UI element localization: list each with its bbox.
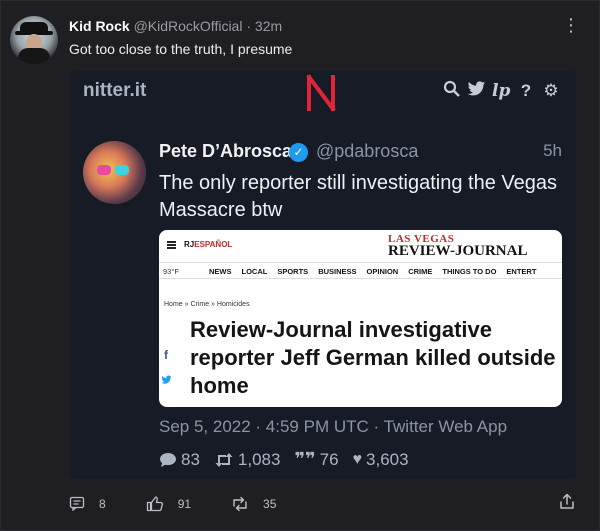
- rj-nav-items: NEWS LOCAL SPORTS BUSINESS OPINION CRIME…: [209, 267, 536, 276]
- avatar-glasses-right: [115, 165, 129, 175]
- lp-icon[interactable]: lp: [492, 81, 510, 101]
- author-handle[interactable]: @KidRockOfficial: [134, 18, 243, 34]
- rj-breadcrumb: Home » Crime » Homicides: [164, 301, 250, 308]
- retweet-stat[interactable]: 1,083: [214, 449, 281, 470]
- like-count: 3,603: [366, 449, 409, 469]
- rj-nav-item: CRIME: [408, 267, 433, 276]
- post-text: Got too close to the truth, I presume: [69, 41, 293, 57]
- rj-nav-item: ENTERT: [506, 267, 537, 276]
- article-image[interactable]: RJESPAÑOL LAS VEGAS REVIEW-JOURNAL 93°F …: [159, 230, 562, 407]
- repost-button[interactable]: 35: [231, 496, 276, 512]
- twitter-icon: [159, 374, 173, 392]
- quoted-tweet-text: The only reporter still investigating th…: [159, 172, 557, 221]
- rj-nav-item: OPINION: [366, 267, 399, 276]
- comment-button[interactable]: 8: [69, 496, 106, 511]
- rj-masthead: RJESPAÑOL LAS VEGAS REVIEW-JOURNAL: [159, 230, 562, 262]
- like-button[interactable]: 91: [146, 495, 191, 512]
- reply-stat[interactable]: 83: [159, 450, 200, 470]
- verified-badge-icon: ✓: [289, 143, 308, 162]
- search-icon[interactable]: [442, 80, 460, 102]
- rj-nav-item: SPORTS: [277, 267, 309, 276]
- quoted-author-avatar[interactable]: [83, 141, 146, 204]
- share-icon[interactable]: [559, 493, 575, 515]
- rj-nav-item: THINGS TO DO: [442, 267, 497, 276]
- retweet-icon: [215, 452, 233, 467]
- post-time[interactable]: · 32m: [246, 18, 282, 34]
- nitter-logo-icon[interactable]: [304, 73, 338, 113]
- post-card: Kid Rock @KidRockOfficial · 32m ⋮ Got to…: [0, 0, 600, 531]
- avatar-shirt: [18, 48, 50, 64]
- like-stat[interactable]: ♥ 3,603: [353, 450, 409, 470]
- more-icon[interactable]: ⋮: [562, 15, 581, 36]
- post-actions: 8 91 35: [69, 495, 316, 512]
- rj-nav-item: BUSINESS: [318, 267, 357, 276]
- espanol-label: ESPAÑOL: [194, 240, 233, 249]
- avatar-glasses-left: [97, 165, 111, 175]
- bird-icon[interactable]: [467, 80, 486, 102]
- reply-count: 83: [181, 449, 200, 469]
- quote-stat[interactable]: ❞❞ 76: [294, 449, 338, 470]
- quote-icon: ❞❞: [294, 449, 316, 469]
- quoted-tweet[interactable]: Pete D’Abrosca ✓ @pdabrosca 5h The only …: [70, 125, 576, 479]
- thumbs-up-icon: [146, 496, 163, 512]
- author-avatar[interactable]: [10, 16, 58, 64]
- comment-icon: [69, 496, 85, 511]
- nitter-navbar: nitter.it lp ? ⚙: [70, 71, 576, 113]
- rj-logo-bottom: REVIEW-JOURNAL: [388, 243, 528, 259]
- quoted-tweet-time[interactable]: 5h: [543, 141, 562, 161]
- like-count: 91: [177, 496, 192, 511]
- rj-espanol-link: RJESPAÑOL: [184, 240, 232, 249]
- repost-count: 35: [263, 496, 277, 511]
- post-header: Kid Rock @KidRockOfficial · 32m: [69, 18, 282, 34]
- help-icon[interactable]: ?: [517, 81, 535, 101]
- nitter-brand-link[interactable]: nitter.it: [83, 80, 146, 102]
- rj-label: RJ: [184, 240, 195, 249]
- quoted-author-handle[interactable]: @pdabrosca: [316, 141, 418, 162]
- quoted-tweet-stats: 83 1,083 ❞❞ 76 ♥ 3,603: [159, 449, 409, 470]
- facebook-icon: f: [164, 348, 168, 362]
- comment-count: 8: [99, 496, 106, 511]
- rj-share-bar: f: [159, 348, 175, 400]
- rj-nav-item: NEWS: [209, 267, 232, 276]
- rj-nav-item: LOCAL: [241, 267, 268, 276]
- quote-count: 76: [319, 449, 339, 469]
- nitter-nav-icons: lp ? ⚙: [442, 80, 560, 102]
- rj-navbar: 93°F NEWS LOCAL SPORTS BUSINESS OPINION …: [159, 262, 562, 279]
- heart-icon: ♥: [352, 450, 363, 468]
- hamburger-menu-icon: [167, 241, 176, 249]
- reply-icon: [160, 452, 176, 467]
- rj-temperature: 93°F: [163, 267, 179, 276]
- quoted-tweet-date[interactable]: Sep 5, 2022 · 4:59 PM UTC · Twitter Web …: [159, 417, 507, 437]
- quoted-author-name[interactable]: Pete D’Abrosca: [159, 141, 292, 162]
- article-headline: Review-Journal investigative reporter Je…: [190, 317, 556, 398]
- author-name[interactable]: Kid Rock: [69, 18, 130, 34]
- nitter-embed[interactable]: nitter.it lp ? ⚙ Pete D’Abrosca ✓ @pdabr…: [70, 71, 576, 479]
- retweet-count: 1,083: [237, 449, 281, 469]
- repost-icon: [233, 496, 247, 511]
- rj-logo: LAS VEGAS REVIEW-JOURNAL: [388, 233, 528, 259]
- gear-icon[interactable]: ⚙: [542, 81, 560, 101]
